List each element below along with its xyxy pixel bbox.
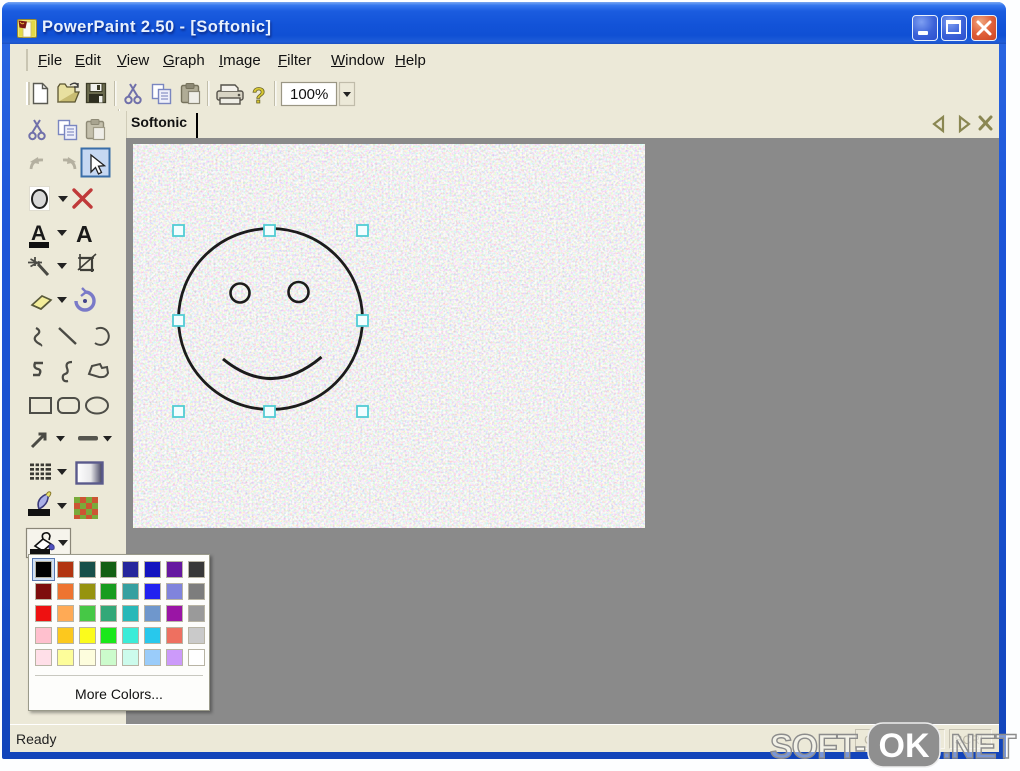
svg-text:A: A bbox=[31, 222, 46, 245]
svg-text:SOFT-: SOFT- bbox=[770, 728, 865, 766]
svg-text:.NET: .NET bbox=[942, 728, 1017, 766]
svg-text:OK: OK bbox=[879, 727, 930, 765]
svg-text:100%: 100% bbox=[290, 86, 328, 103]
svg-text:A: A bbox=[76, 221, 93, 247]
svg-text:?: ? bbox=[252, 83, 265, 108]
